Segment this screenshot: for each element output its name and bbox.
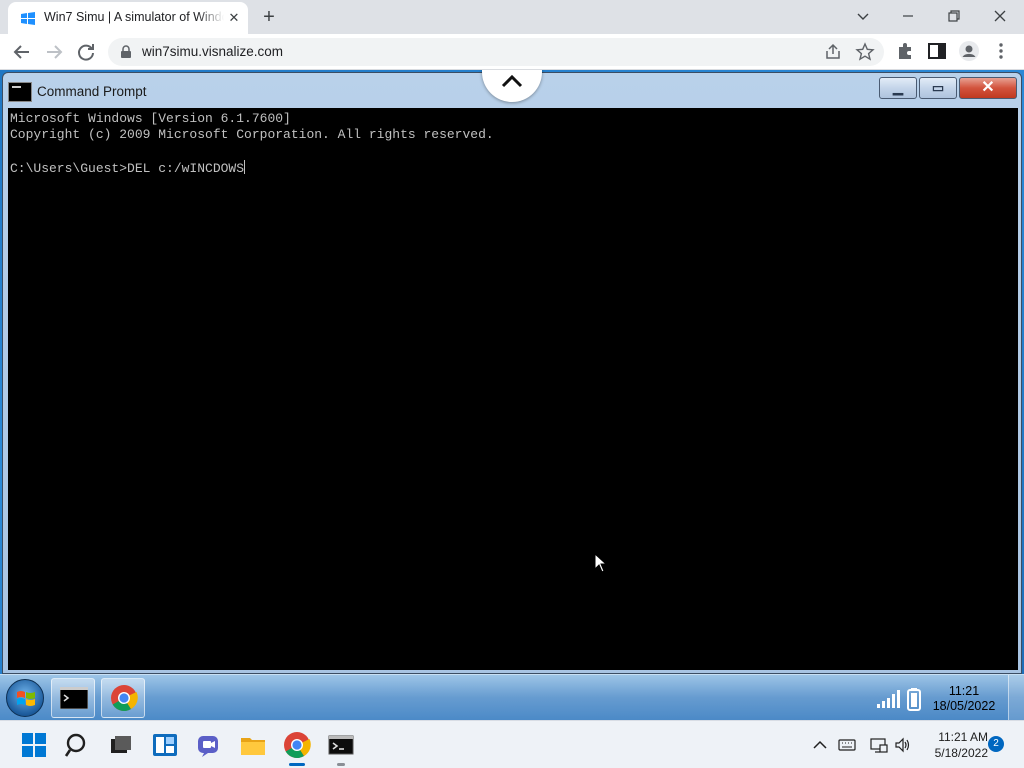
mouse-pointer-icon xyxy=(594,553,608,573)
host-time: 11:21 AM xyxy=(938,730,988,744)
win7-clock[interactable]: 11:21 18/05/2022 xyxy=(926,684,1002,714)
bookmark-star-icon[interactable] xyxy=(854,41,876,63)
url-text[interactable]: win7simu.visnalize.com xyxy=(142,44,283,59)
win7-taskbar-cmd[interactable] xyxy=(51,678,95,718)
file-explorer-icon[interactable] xyxy=(239,731,267,759)
signal-strength-icon[interactable] xyxy=(876,689,900,709)
share-icon[interactable] xyxy=(822,41,844,63)
console-line: Microsoft Windows [Version 6.1.7600] xyxy=(10,111,291,126)
terminal-taskbar-icon[interactable] xyxy=(327,731,355,759)
new-tab-button[interactable]: + xyxy=(258,6,280,28)
tab-search-chevron-icon[interactable] xyxy=(849,4,877,28)
command-prompt-title: Command Prompt xyxy=(37,84,147,99)
chrome-taskbar-icon[interactable] xyxy=(283,731,311,759)
cmd-app-icon xyxy=(8,82,32,102)
text-caret xyxy=(244,160,246,174)
browser-window: Win7 Simu | A simulator of Windows 7 ✕ +… xyxy=(0,0,1024,720)
tab-strip: Win7 Simu | A simulator of Windows 7 ✕ + xyxy=(0,0,1024,34)
win7-taskbar: 11:21 18/05/2022 xyxy=(0,674,1024,720)
cmd-minimize-button[interactable]: ▁ xyxy=(879,77,917,99)
show-desktop-button[interactable] xyxy=(1008,675,1024,720)
lock-icon[interactable] xyxy=(120,45,132,59)
minimize-icon[interactable] xyxy=(894,4,922,28)
teams-chat-icon[interactable] xyxy=(195,731,223,759)
chevron-up-icon xyxy=(501,74,523,88)
host-clock[interactable]: 11:21 AM 5/18/2022 xyxy=(922,729,988,761)
cmd-close-button[interactable]: ✕ xyxy=(959,77,1017,99)
volume-icon[interactable] xyxy=(894,736,912,754)
chrome-icon xyxy=(111,685,138,712)
keyboard-icon[interactable] xyxy=(838,736,856,754)
task-view-icon[interactable] xyxy=(107,731,135,759)
cmd-maximize-button[interactable]: ▭ xyxy=(919,77,957,99)
console-line: Copyright (c) 2009 Microsoft Corporation… xyxy=(10,127,494,142)
notification-badge[interactable]: 2 xyxy=(988,736,1004,752)
console-output[interactable]: Microsoft Windows [Version 6.1.7600] Cop… xyxy=(8,108,1018,670)
host-taskbar: 11:21 AM 5/18/2022 2 xyxy=(0,720,1024,768)
chrome-active-indicator xyxy=(289,763,305,766)
terminal-running-indicator xyxy=(337,763,345,766)
battery-icon[interactable] xyxy=(906,687,922,711)
forward-arrow-icon[interactable] xyxy=(42,40,66,64)
win7-start-button[interactable] xyxy=(6,679,44,717)
win7-taskbar-chrome[interactable] xyxy=(101,678,145,718)
cmd-taskbar-icon xyxy=(60,687,88,709)
win7-date: 18/05/2022 xyxy=(932,699,996,713)
search-icon[interactable] xyxy=(64,731,92,759)
tab-win7simu[interactable]: Win7 Simu | A simulator of Windows 7 ✕ xyxy=(8,2,248,34)
chevron-up-tray-icon[interactable] xyxy=(811,736,829,754)
tab-title: Win7 Simu | A simulator of Windows 7 xyxy=(44,10,224,24)
command-prompt-window[interactable]: Command Prompt ▁ ▭ ✕ Microsoft Windows [… xyxy=(2,72,1022,674)
win7-desktop: Command Prompt ▁ ▭ ✕ Microsoft Windows [… xyxy=(0,70,1024,720)
reload-icon[interactable] xyxy=(74,40,98,64)
host-date: 5/18/2022 xyxy=(934,746,988,760)
address-bar[interactable]: win7simu.visnalize.com xyxy=(108,38,884,66)
widgets-icon[interactable] xyxy=(151,731,179,759)
back-arrow-icon[interactable] xyxy=(10,40,34,64)
console-command-text[interactable]: C:\Users\Guest>DEL c:/wINCDOWS xyxy=(10,161,244,176)
restore-icon[interactable] xyxy=(940,4,968,28)
browser-toolbar: win7simu.visnalize.com xyxy=(0,34,1024,70)
win7simu-favicon-icon xyxy=(21,12,35,25)
windows-start-icon[interactable] xyxy=(20,731,48,759)
extensions-puzzle-icon[interactable] xyxy=(894,40,916,62)
profile-avatar-icon[interactable] xyxy=(958,40,980,62)
network-icon[interactable] xyxy=(870,736,888,754)
console-input-line[interactable]: C:\Users\Guest>DEL c:/wINCDOWS xyxy=(10,160,246,176)
windows-logo-icon xyxy=(17,691,35,706)
win7-time: 11:21 xyxy=(948,684,980,698)
close-window-icon[interactable] xyxy=(986,4,1014,28)
tab-close-icon[interactable]: ✕ xyxy=(226,10,242,26)
side-panel-icon[interactable] xyxy=(926,40,948,62)
browser-menu-icon[interactable] xyxy=(990,40,1012,62)
